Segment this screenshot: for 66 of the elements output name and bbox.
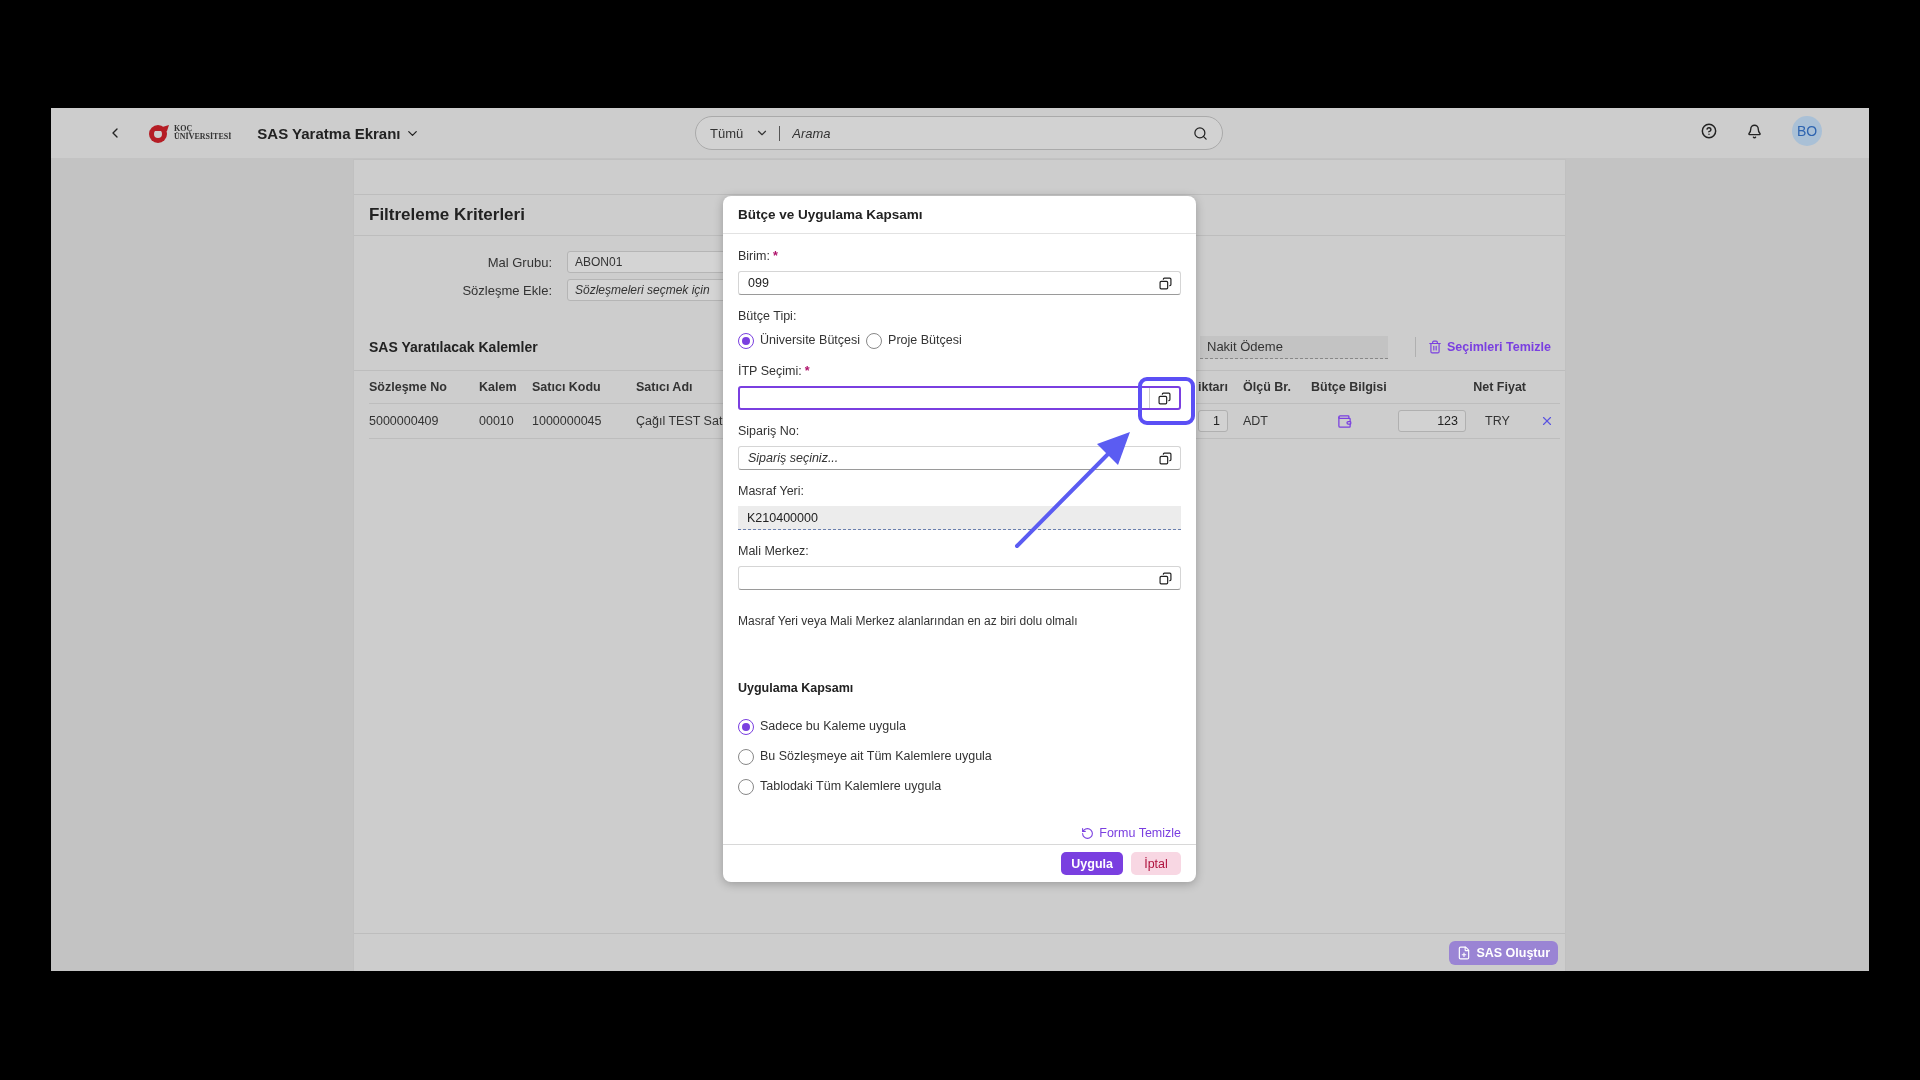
field-label: Bütçe Tipi: bbox=[738, 309, 798, 324]
payment-field[interactable]: Nakit Ödeme bbox=[1200, 335, 1388, 359]
field-value[interactable]: K210400000 bbox=[745, 509, 1181, 526]
copy-icon bbox=[1158, 451, 1172, 465]
column-header: Sözleşme No bbox=[369, 371, 479, 404]
column-header: iktarı bbox=[1198, 371, 1243, 404]
logo-icon bbox=[147, 123, 171, 143]
table-cell: 00010 bbox=[479, 404, 532, 439]
radio-option[interactable]: Tablodaki Tüm Kalemlere uygula bbox=[738, 777, 942, 796]
radio-option[interactable]: Proje Bütçesi bbox=[866, 331, 962, 350]
table-cell: 1000000045 bbox=[532, 404, 636, 439]
hint-text: Masraf Yeri veya Mali Merkez alanlarından en az biri dolu olmalı bbox=[738, 614, 1079, 628]
column-header: Ölçü Br. bbox=[1243, 371, 1311, 404]
dialog-title: Bütçe ve Uygulama Kapsamı bbox=[738, 207, 923, 222]
apply-button[interactable]: Uygula bbox=[1061, 852, 1123, 875]
column-header: Satıcı Kodu bbox=[532, 371, 636, 404]
section-title: Uygulama Kapsamı bbox=[738, 681, 855, 695]
budget-info-button[interactable] bbox=[1337, 413, 1352, 429]
copy-icon bbox=[1158, 276, 1172, 290]
table-cell: Çağıl TEST Sat bbox=[636, 404, 722, 439]
copy-icon bbox=[1158, 571, 1172, 585]
price-field[interactable]: 123 bbox=[1398, 410, 1466, 432]
field-value[interactable]: Sipariş seçiniz... bbox=[746, 450, 1150, 466]
radio-option[interactable]: Bu Sözleşmeye ait Tüm Kalemlere uygula bbox=[738, 747, 992, 766]
field-label: Sözleşme Ekle: bbox=[461, 282, 552, 298]
field-label: İTP Seçimi: * bbox=[738, 364, 811, 379]
search-bar[interactable]: Tümü Arama bbox=[695, 116, 1223, 150]
radio-option[interactable]: Sadece bu Kaleme uygula bbox=[738, 717, 906, 736]
section-title: Filtreleme Kriterleri bbox=[369, 205, 525, 225]
cancel-button[interactable]: İptal bbox=[1131, 852, 1181, 875]
app-title-menu[interactable]: SAS Yaratma Ekranı bbox=[257, 124, 420, 142]
close-icon bbox=[1540, 414, 1554, 428]
field-label: Sipariş No: bbox=[738, 424, 801, 439]
search-icon bbox=[1193, 125, 1208, 141]
copy-icon bbox=[1158, 391, 1171, 405]
search-field[interactable]: Arama bbox=[790, 124, 1193, 142]
quantity-field[interactable]: 1 bbox=[1198, 410, 1228, 432]
section-title: SAS Yaratılacak Kalemler bbox=[369, 339, 538, 355]
clear-form-button[interactable]: Formu Temizle bbox=[1081, 826, 1181, 840]
column-header: Net Fiyat bbox=[1398, 371, 1540, 404]
wallet-icon bbox=[1337, 413, 1352, 429]
table-cell: ADT bbox=[1243, 404, 1311, 439]
field-value[interactable]: 099 bbox=[746, 275, 1150, 291]
university-logo: KOÇ ÜNİVERSİTESİ bbox=[147, 123, 232, 143]
field-label: Mal Grubu: bbox=[486, 254, 552, 270]
input-field[interactable]: 099 bbox=[738, 271, 1181, 295]
input-field[interactable] bbox=[738, 386, 1181, 410]
notification-button[interactable] bbox=[1747, 123, 1762, 139]
field-label: Masraf Yeri: bbox=[738, 484, 805, 499]
column-header: Bütçe Bilgisi bbox=[1311, 371, 1398, 404]
table-cell: TRY bbox=[1485, 404, 1540, 439]
table-cell: 5000000409 bbox=[369, 404, 479, 439]
scope-dropdown[interactable]: Tümü bbox=[710, 125, 781, 141]
help-button[interactable] bbox=[1701, 123, 1717, 139]
field-label: Birim: * bbox=[738, 249, 779, 264]
radio-option[interactable]: Üniversite Bütçesi bbox=[738, 331, 861, 350]
trash-icon bbox=[1428, 340, 1442, 354]
column-header: Kalem bbox=[479, 371, 532, 404]
column-header: Satıcı Adı bbox=[636, 371, 722, 404]
reset-icon bbox=[1081, 826, 1095, 840]
input-field[interactable]: K210400000 bbox=[738, 506, 1181, 530]
clear-selections-button[interactable]: Seçimleri Temizle bbox=[1428, 340, 1551, 354]
field-label: Mali Merkez: bbox=[738, 544, 810, 559]
highlight-frame bbox=[1138, 377, 1195, 425]
file-plus-icon bbox=[1457, 945, 1472, 960]
delete-row-button[interactable] bbox=[1540, 414, 1554, 428]
